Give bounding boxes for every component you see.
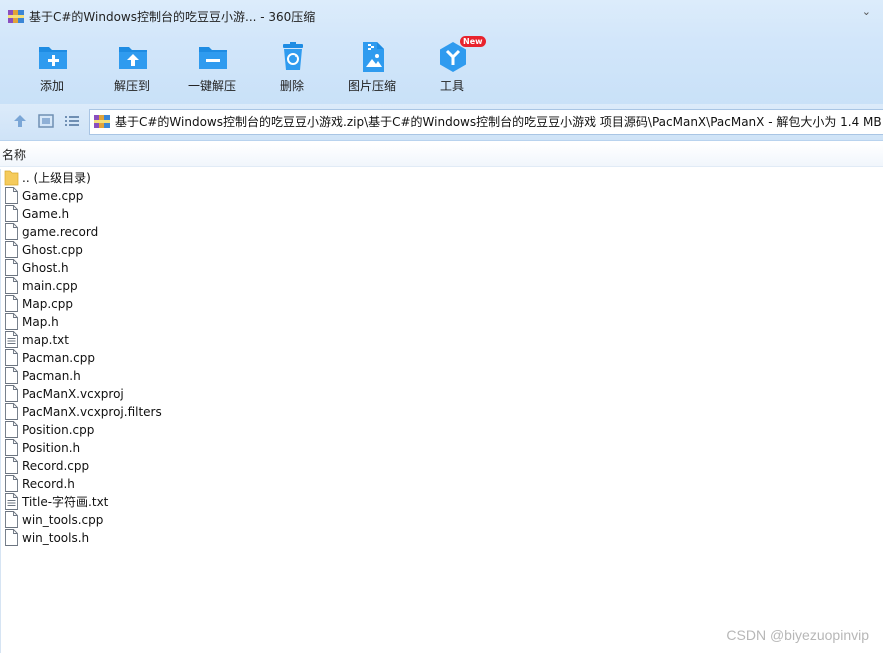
add-archive-icon [39, 47, 67, 69]
title-bar: 基于C#的Windows控制台的吃豆豆小游... - 360压缩 ⌄ [0, 0, 883, 34]
one-click-extract-button[interactable]: 一键解压 [176, 40, 248, 96]
file-name: PacManX.vcxproj.filters [22, 405, 162, 419]
file-icon [5, 277, 18, 294]
delete-label: 删除 [279, 79, 304, 93]
file-row[interactable]: Pacman.h [4, 367, 604, 385]
file-icon [5, 205, 18, 222]
file-row[interactable]: Position.cpp [4, 421, 604, 439]
file-name: main.cpp [22, 279, 78, 293]
file-row[interactable]: Map.h [4, 313, 604, 331]
file-row[interactable]: win_tools.cpp [4, 511, 604, 529]
toolbar: 添加 解压到 一键解压 删除 图片压缩 New 工具 [0, 34, 883, 98]
view-thumbnail-icon[interactable] [37, 112, 55, 130]
file-name: map.txt [22, 333, 69, 347]
file-icon [5, 259, 18, 276]
delete-icon [283, 42, 303, 70]
view-list-icon[interactable] [63, 112, 81, 130]
file-row[interactable]: Position.h [4, 439, 604, 457]
watermark: CSDN @biyezuopinvip [726, 627, 869, 643]
file-icon [5, 349, 18, 366]
file-name: Map.h [22, 315, 59, 329]
extract-to-icon [119, 47, 147, 69]
tools-label: 工具 [439, 79, 464, 93]
file-name: Map.cpp [22, 297, 73, 311]
zip-archive-icon [94, 115, 110, 128]
file-icon [5, 475, 18, 492]
file-name: Record.cpp [22, 459, 90, 473]
file-row[interactable]: Map.cpp [4, 295, 604, 313]
file-row[interactable]: PacManX.vcxproj [4, 385, 604, 403]
file-name: Pacman.h [22, 369, 81, 383]
file-row[interactable]: Game.cpp [4, 187, 604, 205]
address-path: 基于C#的Windows控制台的吃豆豆小游戏.zip\基于C#的Windows控… [115, 115, 882, 129]
file-icon [5, 529, 18, 546]
file-row[interactable]: Record.h [4, 475, 604, 493]
address-row: 基于C#的Windows控制台的吃豆豆小游戏.zip\基于C#的Windows控… [0, 104, 883, 141]
file-row[interactable]: Ghost.h [4, 259, 604, 277]
file-icon [5, 457, 18, 474]
file-name: Ghost.h [22, 261, 69, 275]
file-name: Position.cpp [22, 423, 95, 437]
file-row[interactable]: map.txt [4, 331, 604, 349]
image-compress-label: 图片压缩 [347, 79, 396, 93]
minimize-icon[interactable]: ⌄ [862, 5, 871, 18]
file-name: win_tools.cpp [22, 513, 104, 527]
image-compress-button[interactable]: 图片压缩 [336, 40, 408, 96]
column-name-header[interactable]: 名称 [2, 148, 26, 162]
file-name: Ghost.cpp [22, 243, 83, 257]
app-window: 基于C#的Windows控制台的吃豆豆小游... - 360压缩 ⌄ 添加 解压… [0, 0, 883, 653]
file-row[interactable]: Pacman.cpp [4, 349, 604, 367]
file-icon [5, 241, 18, 258]
image-compress-icon [363, 42, 384, 72]
one-click-extract-label: 一键解压 [187, 79, 236, 93]
address-bar[interactable]: 基于C#的Windows控制台的吃豆豆小游戏.zip\基于C#的Windows控… [89, 109, 883, 135]
file-name: game.record [22, 225, 99, 239]
extract-to-label: 解压到 [113, 79, 150, 93]
file-row[interactable]: Ghost.cpp [4, 241, 604, 259]
tools-button[interactable]: New 工具 [416, 36, 488, 96]
file-name: PacManX.vcxproj [22, 387, 124, 401]
file-name: win_tools.h [22, 531, 90, 545]
text-file-icon [5, 331, 18, 348]
file-row[interactable]: Game.h [4, 205, 604, 223]
file-icon [5, 187, 18, 204]
up-arrow-icon[interactable] [11, 112, 29, 130]
file-icon [5, 403, 18, 420]
file-name: Position.h [22, 441, 81, 455]
delete-button[interactable]: 删除 [256, 40, 328, 96]
file-name: Pacman.cpp [22, 351, 95, 365]
extract-to-button[interactable]: 解压到 [96, 40, 168, 96]
file-name: Title-字符画.txt [22, 495, 109, 509]
file-icon [5, 367, 18, 384]
file-list: .. (上级目录) Game.cpp Game.h game.record Ghost.… [0, 169, 883, 653]
file-row[interactable]: main.cpp [4, 277, 604, 295]
file-icon [5, 385, 18, 402]
file-icon [5, 295, 18, 312]
file-row[interactable]: win_tools.h [4, 529, 604, 547]
file-row[interactable]: .. (上级目录) [4, 169, 604, 187]
file-name: Game.h [22, 207, 70, 221]
text-file-icon [5, 493, 18, 510]
file-icon [5, 223, 18, 240]
file-row[interactable]: Title-字符画.txt [4, 493, 604, 511]
archive-app-icon [8, 10, 24, 23]
window-title: 基于C#的Windows控制台的吃豆豆小游... - 360压缩 [29, 10, 316, 24]
file-icon [5, 313, 18, 330]
add-label: 添加 [39, 79, 64, 93]
window-chrome: 基于C#的Windows控制台的吃豆豆小游... - 360压缩 ⌄ 添加 解压… [0, 0, 883, 104]
file-name: .. (上级目录) [22, 171, 91, 185]
column-header: 名称 [0, 144, 883, 167]
file-row[interactable]: game.record [4, 223, 604, 241]
file-name: Game.cpp [22, 189, 84, 203]
one-click-extract-icon [199, 47, 227, 69]
new-badge: New [460, 36, 486, 47]
folder-icon [4, 170, 19, 186]
file-icon [5, 421, 18, 438]
file-row[interactable]: PacManX.vcxproj.filters [4, 403, 604, 421]
add-button[interactable]: 添加 [16, 40, 88, 96]
file-icon [5, 439, 18, 456]
file-icon [5, 511, 18, 528]
file-row[interactable]: Record.cpp [4, 457, 604, 475]
file-name: Record.h [22, 477, 75, 491]
